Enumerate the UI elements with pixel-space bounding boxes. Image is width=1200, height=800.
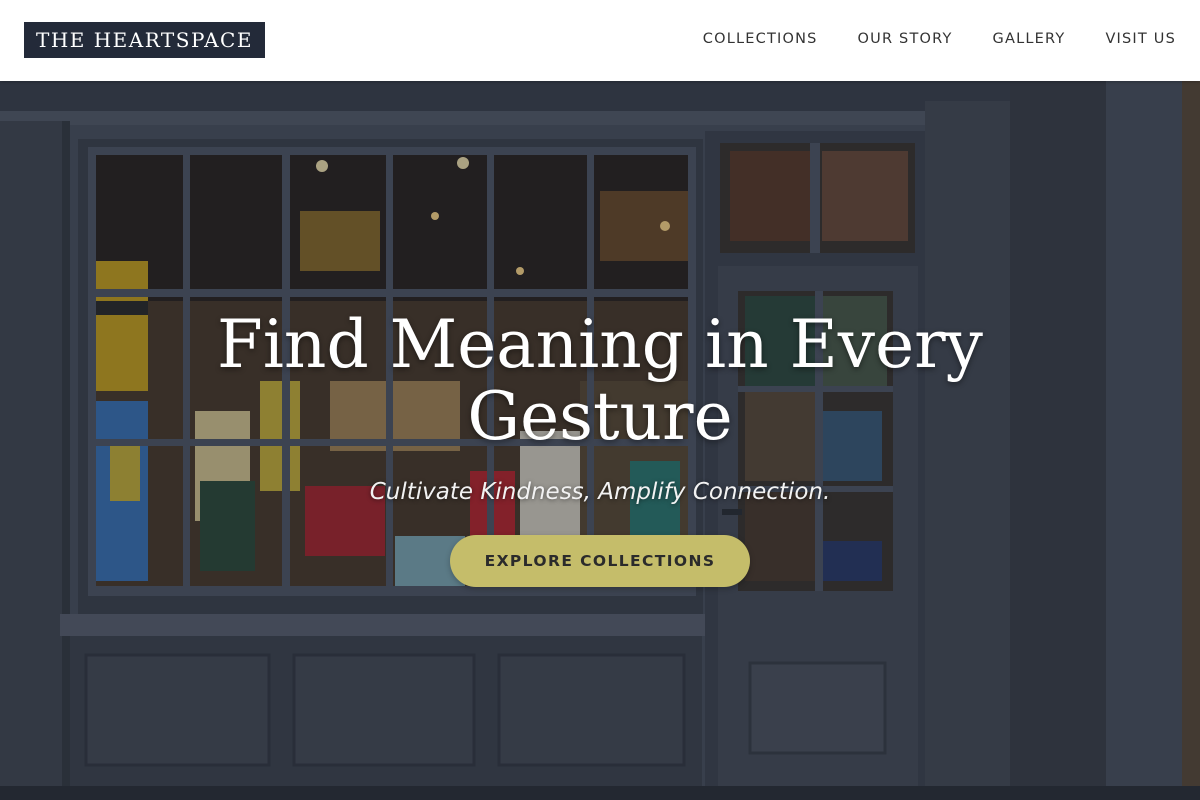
explore-collections-button[interactable]: EXPLORE COLLECTIONS — [450, 535, 750, 587]
hero-title: Find Meaning in Every Gesture — [217, 306, 983, 455]
nav-link-visit-us[interactable]: VISIT US — [1105, 29, 1176, 49]
hero-subtitle: Cultivate Kindness, Amplify Connection. — [369, 479, 831, 505]
hero-section: Find Meaning in Every Gesture Cultivate … — [0, 81, 1200, 800]
main-nav: COLLECTIONS OUR STORY GALLERY VISIT US — [703, 29, 1176, 49]
hero-content: Find Meaning in Every Gesture Cultivate … — [0, 81, 1200, 800]
page: THE HEARTSPACE COLLECTIONS OUR STORY GAL… — [0, 0, 1200, 800]
site-header: THE HEARTSPACE COLLECTIONS OUR STORY GAL… — [0, 0, 1200, 81]
nav-link-gallery[interactable]: GALLERY — [993, 29, 1066, 49]
nav-link-collections[interactable]: COLLECTIONS — [703, 29, 818, 49]
site-logo[interactable]: THE HEARTSPACE — [24, 22, 265, 58]
nav-link-our-story[interactable]: OUR STORY — [858, 29, 953, 49]
